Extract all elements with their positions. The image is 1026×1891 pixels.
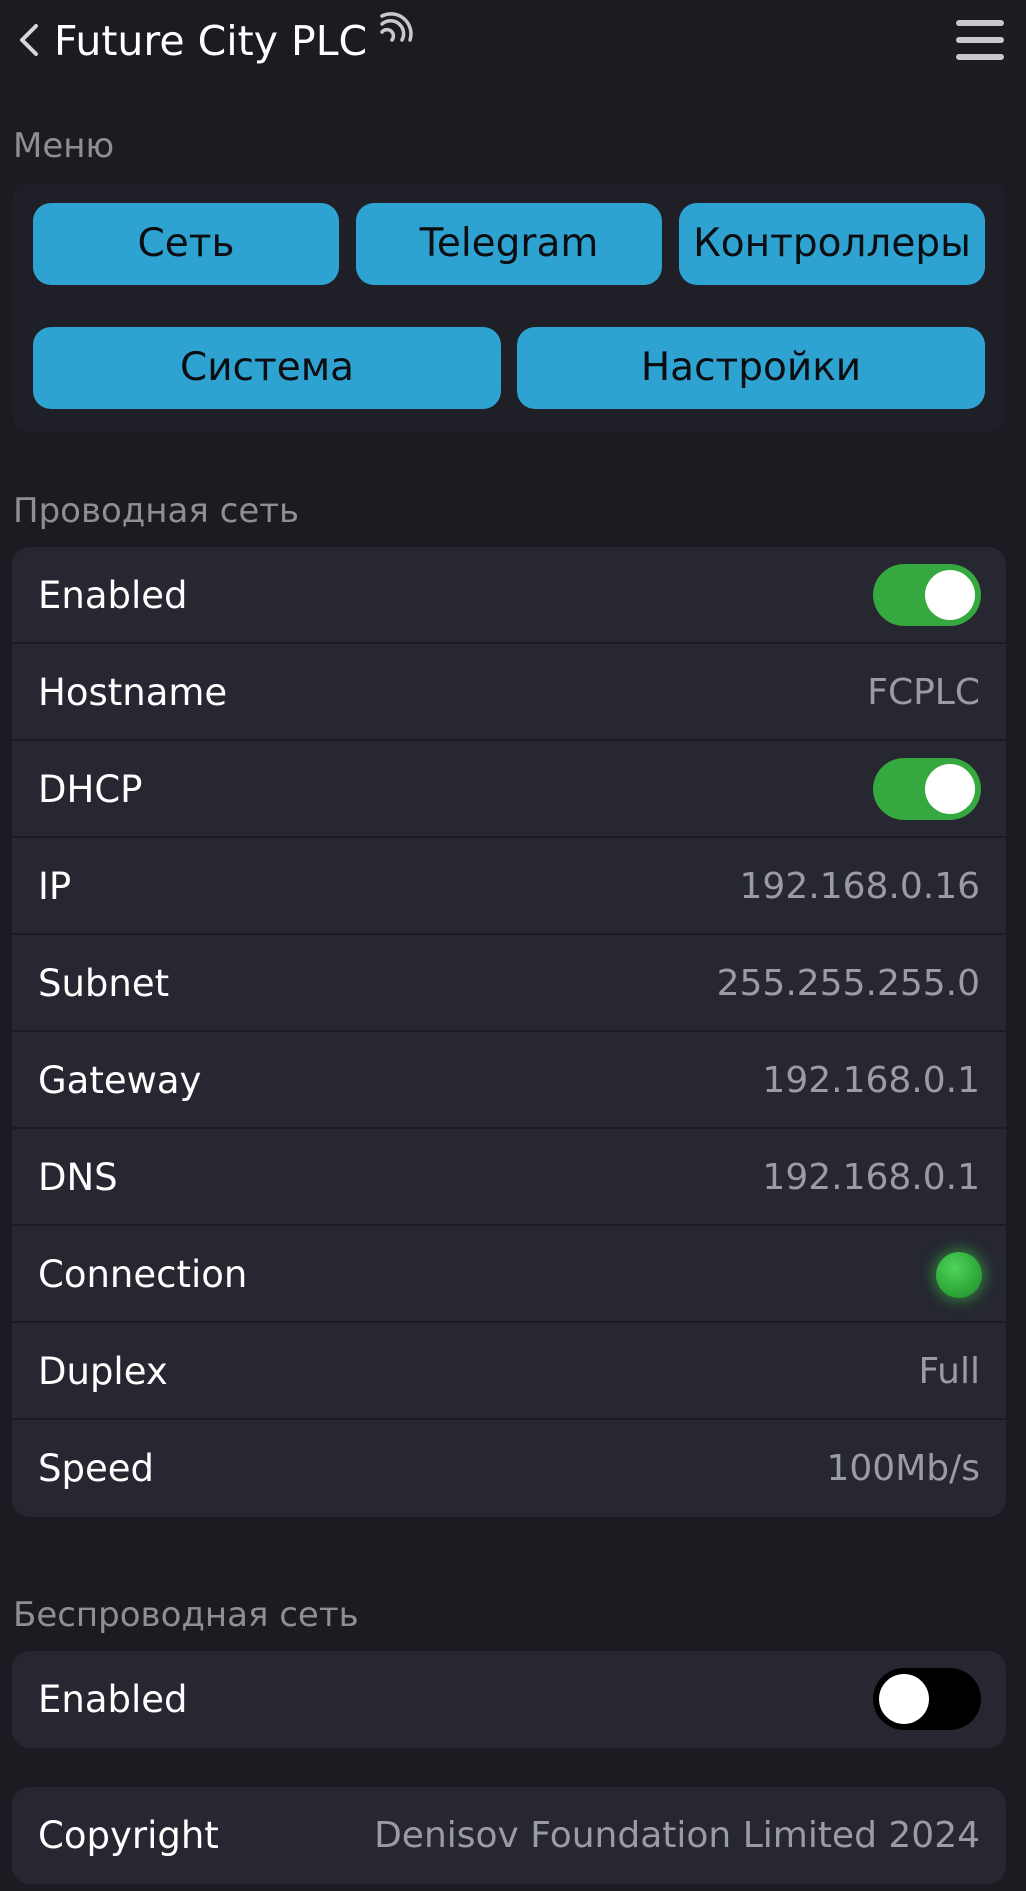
hamburger-menu-icon[interactable] (954, 18, 1006, 62)
wired-section-title: Проводная сеть (13, 491, 300, 531)
wired-enabled-label: Enabled (38, 574, 188, 617)
wireless-network-group: Enabled (12, 1651, 1006, 1748)
toggle-knob (879, 1674, 929, 1724)
ip-row: IP 192.168.0.16 (12, 838, 1006, 935)
menu-button-system[interactable]: Система (33, 327, 501, 409)
chevron-left-icon[interactable] (14, 22, 44, 58)
ip-label: IP (38, 865, 72, 908)
copyright-row: Copyright Denisov Foundation Limited 202… (12, 1787, 1006, 1884)
menu-button-controllers[interactable]: Контроллеры (679, 203, 985, 285)
connection-row: Connection (12, 1226, 1006, 1323)
menu-button-network[interactable]: Сеть (33, 203, 339, 285)
menu-section-title: Меню (13, 126, 115, 166)
dns-value: 192.168.0.1 (762, 1157, 980, 1198)
duplex-value: Full (918, 1351, 980, 1392)
gateway-row: Gateway 192.168.0.1 (12, 1032, 1006, 1129)
gateway-label: Gateway (38, 1059, 202, 1102)
subnet-label: Subnet (38, 962, 170, 1005)
hostname-label: Hostname (38, 671, 228, 714)
copyright-value: Denisov Foundation Limited 2024 (374, 1815, 980, 1856)
duplex-label: Duplex (38, 1350, 168, 1393)
subnet-row: Subnet 255.255.255.0 (12, 935, 1006, 1032)
app-header: Future City PLC (0, 0, 1026, 84)
connection-label: Connection (38, 1253, 248, 1296)
wireless-section-title: Беспроводная сеть (13, 1595, 359, 1635)
menu-button-settings[interactable]: Настройки (517, 327, 985, 409)
dhcp-toggle[interactable] (873, 758, 981, 820)
menu-button-telegram[interactable]: Telegram (356, 203, 662, 285)
wireless-enabled-toggle[interactable] (873, 1668, 981, 1730)
menu-panel: Сеть Telegram Контроллеры Система Настро… (13, 183, 1005, 431)
dns-row: DNS 192.168.0.1 (12, 1129, 1006, 1226)
toggle-knob (925, 764, 975, 814)
wired-enabled-row: Enabled (12, 547, 1006, 644)
duplex-row: Duplex Full (12, 1323, 1006, 1420)
dhcp-row: DHCP (12, 741, 1006, 838)
speed-value: 100Mb/s (826, 1448, 980, 1489)
wired-network-group: Enabled Hostname FCPLC DHCP IP 192.168.0… (12, 547, 1006, 1517)
connection-status-indicator (936, 1252, 982, 1298)
app-title: Future City PLC (54, 17, 368, 65)
subnet-value: 255.255.255.0 (716, 963, 980, 1004)
hostname-value: FCPLC (867, 672, 980, 713)
speed-label: Speed (38, 1447, 154, 1490)
toggle-knob (925, 570, 975, 620)
copyright-group: Copyright Denisov Foundation Limited 202… (12, 1787, 1006, 1884)
speed-row: Speed 100Mb/s (12, 1420, 1006, 1517)
dhcp-label: DHCP (38, 768, 143, 811)
copyright-label: Copyright (38, 1814, 219, 1857)
wifi-signal-icon (380, 12, 413, 42)
hostname-row: Hostname FCPLC (12, 644, 1006, 741)
gateway-value: 192.168.0.1 (762, 1060, 980, 1101)
ip-value: 192.168.0.16 (739, 866, 980, 907)
wireless-enabled-label: Enabled (38, 1678, 188, 1721)
dns-label: DNS (38, 1156, 118, 1199)
wired-enabled-toggle[interactable] (873, 564, 981, 626)
wireless-enabled-row: Enabled (12, 1651, 1006, 1748)
